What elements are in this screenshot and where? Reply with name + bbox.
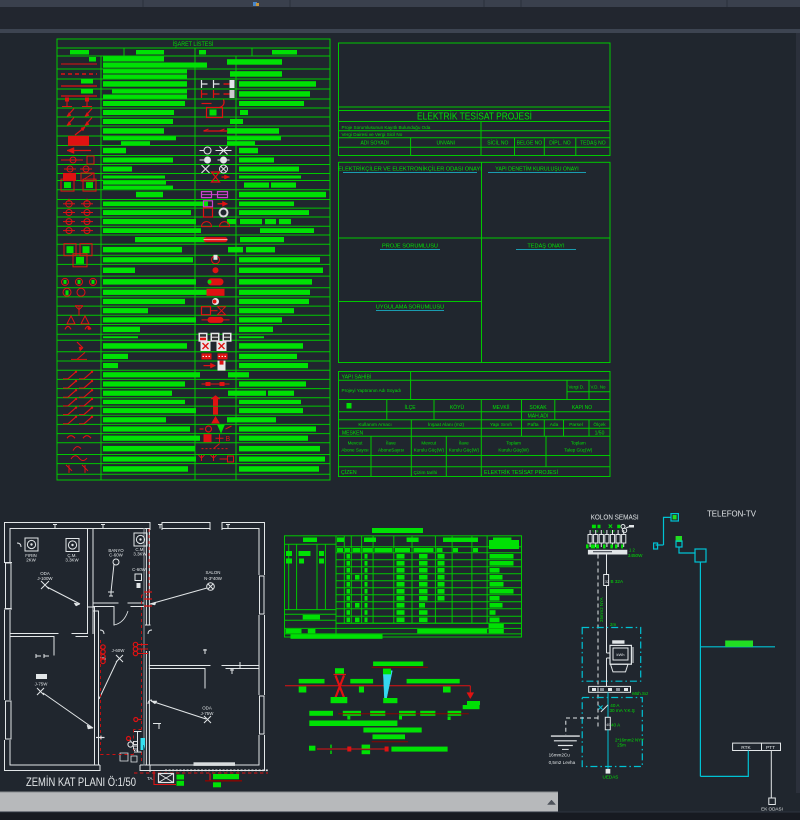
svg-text:İlave: İlave — [459, 440, 469, 446]
svg-text:Pafta: Pafta — [527, 422, 539, 428]
svg-text:UYGULAMA SORUMLUSU: UYGULAMA SORUMLUSU — [376, 305, 444, 311]
svg-text:25m: 25m — [617, 742, 626, 747]
svg-text:Mevcut: Mevcut — [421, 441, 437, 446]
svg-text:N-3*40W: N-3*40W — [204, 576, 223, 581]
svg-text:İLÇE: İLÇE — [404, 404, 416, 411]
svg-text:SALON: SALON — [206, 570, 221, 575]
svg-text:PTT: PTT — [766, 745, 775, 751]
svg-text:Yapı Sınıfı: Yapı Sınıfı — [490, 422, 512, 428]
svg-text:ELEKTRİK TESİSAT PROJESİ: ELEKTRİK TESİSAT PROJESİ — [484, 469, 558, 476]
svg-text:J-75W: J-75W — [201, 711, 215, 716]
svg-text:3450W: 3450W — [628, 553, 643, 558]
svg-text:Kullanım Amacı: Kullanım Amacı — [358, 422, 391, 428]
svg-text:J-100W: J-100W — [37, 576, 53, 581]
svg-text:SOKAK: SOKAK — [529, 405, 547, 411]
svg-text:Çizim tarihi: Çizim tarihi — [414, 470, 438, 476]
svg-text:30 mA Y.K.Ş: 30 mA Y.K.Ş — [610, 708, 635, 713]
svg-text:Kurulu Güç(W): Kurulu Güç(W) — [498, 448, 529, 453]
svg-text:V.D. No: V.D. No — [591, 385, 607, 390]
svg-text:AboneSayısı: AboneSayısı — [378, 448, 404, 453]
svg-text:C-60W: C-60W — [109, 553, 124, 558]
svg-text:Kurulu Güç(W): Kurulu Güç(W) — [449, 448, 480, 453]
svg-text:EK ODASI: EK ODASI — [761, 807, 783, 812]
svg-text:3.3KW: 3.3KW — [65, 558, 79, 563]
svg-text:TEDAŞ NO: TEDAŞ NO — [580, 141, 606, 147]
svg-text:Talep Güç(W): Talep Güç(W) — [564, 448, 593, 453]
svg-text:Toplam: Toplam — [506, 441, 521, 446]
svg-text:0,5m2 Levha: 0,5m2 Levha — [549, 760, 576, 765]
svg-text:L: L — [603, 530, 605, 534]
svg-text:Proje Sorumlusunun Kayıtlı Bu: Proje Sorumlusunun Kayıtlı Bulunduğu Oda — [342, 125, 431, 130]
svg-text:25mm2 NYA: 25mm2 NYA — [599, 597, 604, 622]
svg-text:J-60W: J-60W — [112, 648, 126, 653]
svg-text:YAPI DENETİM KURULUŞU ONAYI: YAPI DENETİM KURULUŞU ONAYI — [495, 166, 578, 173]
svg-text:UEDAS: UEDAS — [603, 774, 619, 779]
svg-text:BELGE NO: BELGE NO — [517, 141, 543, 147]
svg-text:Projeyi Yaptıranın Adı Soyadı: Projeyi Yaptıranın Adı Soyadı — [342, 388, 402, 393]
svg-text:MEVKİİ: MEVKİİ — [493, 404, 510, 411]
svg-text:Vergi Dairesi ve Vergi Sicil N: Vergi Dairesi ve Vergi Sicil No — [342, 132, 403, 137]
svg-text:Y M: Y M — [592, 530, 598, 534]
svg-text:MAH.ADI: MAH.ADI — [528, 414, 549, 420]
svg-text:ADI SOYADI: ADI SOYADI — [360, 141, 388, 147]
svg-text:Abone Sayısı: Abone Sayısı — [341, 448, 368, 453]
svg-text:ELEKTRİKÇİLER VE ELEKTRONİKÇİL: ELEKTRİKÇİLER VE ELEKTRONİKÇİLER ODASI O… — [338, 166, 482, 173]
svg-text:16mm2Cu: 16mm2Cu — [549, 752, 571, 757]
svg-text:Kurulu Güç(W): Kurulu Güç(W) — [414, 448, 445, 453]
svg-text:2m: 2m — [610, 622, 616, 627]
svg-text:KÖYÜ: KÖYÜ — [450, 404, 465, 411]
svg-text:MESKEN: MESKEN — [342, 430, 364, 436]
svg-text:TELEFON-TV: TELEFON-TV — [707, 509, 756, 519]
svg-text:J-75W: J-75W — [35, 682, 49, 687]
svg-text:ELEKTRİK TESİSAT PROJESİ: ELEKTRİK TESİSAT PROJESİ — [417, 111, 532, 122]
svg-text:3.3KW: 3.3KW — [133, 552, 147, 557]
svg-text:32: 32 — [605, 580, 609, 584]
svg-text:Müh.Sız: Müh.Sız — [632, 691, 648, 696]
svg-text:YAPI SAHİBİ: YAPI SAHİBİ — [342, 373, 372, 380]
svg-text:İŞARET LİSTESİ: İŞARET LİSTESİ — [173, 39, 214, 48]
svg-text:Mevcut: Mevcut — [348, 441, 364, 446]
svg-text:ZEMİN KAT PLANI Ö:1/50: ZEMİN KAT PLANI Ö:1/50 — [26, 775, 136, 789]
svg-text:1 2: 1 2 — [629, 548, 635, 553]
svg-text:Ada: Ada — [550, 422, 559, 428]
svg-text:DİPL. NO: DİPL. NO — [549, 140, 571, 147]
svg-text:B 32A: B 32A — [611, 579, 624, 584]
svg-text:1/50: 1/50 — [595, 430, 605, 436]
svg-text:2KW: 2KW — [26, 558, 36, 563]
svg-text:Parsel: Parsel — [569, 422, 583, 428]
svg-text:KOLON SEMASI: KOLON SEMASI — [591, 515, 639, 522]
svg-text:TA.: TA. — [147, 776, 154, 781]
svg-text:TEDAŞ ONAYI: TEDAŞ ONAYI — [527, 244, 565, 250]
svg-text:B: B — [226, 436, 231, 443]
svg-text:ÇİZEN: ÇİZEN — [341, 469, 357, 476]
svg-text:kWh: kWh — [617, 652, 625, 657]
svg-text:ODA: ODA — [202, 706, 212, 711]
svg-text:İlave: İlave — [386, 440, 396, 446]
svg-text:İnşaat Alanı (m2): İnşaat Alanı (m2) — [428, 421, 465, 428]
svg-text:40 A: 40 A — [611, 723, 621, 728]
svg-text:UNVANI: UNVANI — [437, 141, 456, 147]
svg-text:Vergi D.: Vergi D. — [569, 385, 585, 390]
svg-text:RTK: RTK — [741, 745, 751, 751]
svg-text:Ölçek: Ölçek — [593, 421, 606, 428]
svg-text:40: 40 — [606, 723, 610, 727]
svg-text:PROJE SORUMLUSU: PROJE SORUMLUSU — [382, 244, 438, 250]
svg-text:SİCİL NO: SİCİL NO — [487, 140, 508, 147]
svg-text:C-60W: C-60W — [132, 567, 147, 572]
svg-text:Toplam: Toplam — [571, 441, 586, 446]
svg-text:KAPI NO: KAPI NO — [572, 405, 592, 411]
